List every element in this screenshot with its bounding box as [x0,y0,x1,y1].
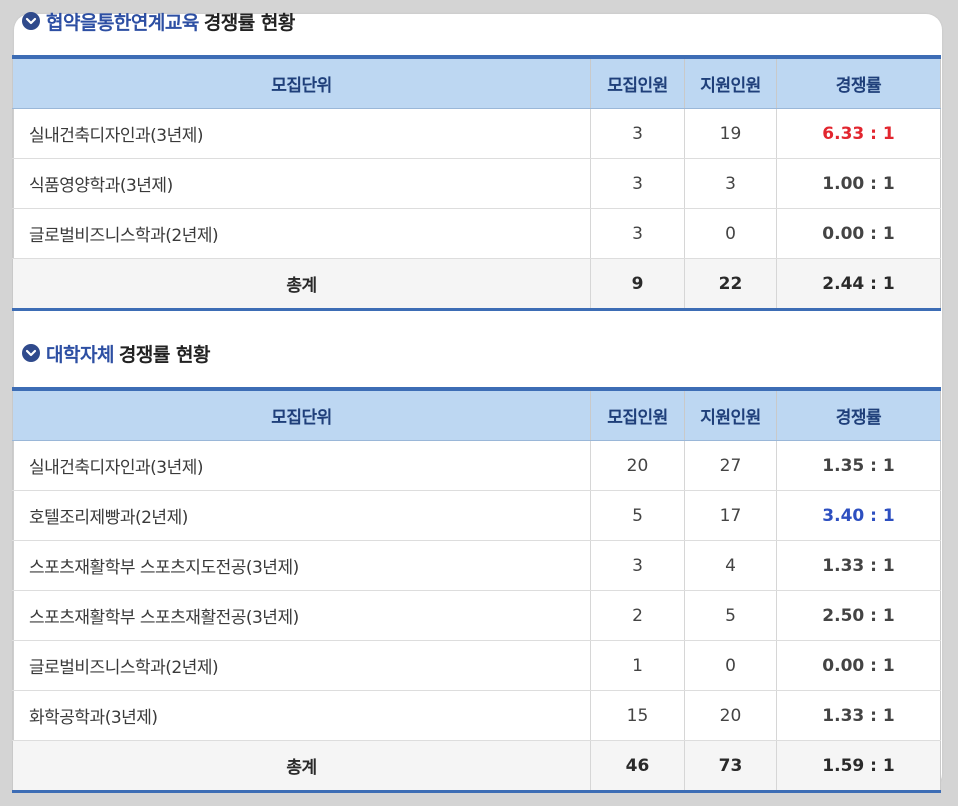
total-label: 총계 [12,258,591,310]
total-applicants: 73 [684,740,777,792]
total-ratio: 2.44 : 1 [776,258,941,310]
section-title-highlight: 대학자체 [46,343,114,366]
cell-quota: 3 [590,540,685,591]
section-title-text: 경쟁률 현황 [118,343,211,366]
cell-applicants: 4 [684,540,777,591]
table-row: 스포츠재활학부 스포츠지도전공(3년제) 3 4 1.33 : 1 [12,540,941,591]
section-title-partnership: 협약을통한연계교육 경쟁률 현황 [22,8,295,34]
cell-applicants: 27 [684,440,777,491]
cell-ratio: 1.00 : 1 [776,158,941,209]
total-quota: 46 [590,740,685,792]
header-applicants: 지원인원 [684,57,777,109]
table-row: 화학공학과(3년제) 15 20 1.33 : 1 [12,690,941,741]
chevron-down-circle-icon [22,344,40,362]
cell-ratio: 1.35 : 1 [776,440,941,491]
total-label: 총계 [12,740,591,792]
competition-table-university: 모집단위 모집인원 지원인원 경쟁률 실내건축디자인과(3년제) 20 27 1… [12,387,941,793]
cell-quota: 5 [590,490,685,541]
chevron-down-circle-icon [22,12,40,30]
table-row: 식품영양학과(3년제) 3 3 1.00 : 1 [12,158,941,209]
table-total-row: 총계 46 73 1.59 : 1 [12,740,941,792]
cell-applicants: 3 [684,158,777,209]
table-row: 글로벌비즈니스학과(2년제) 3 0 0.00 : 1 [12,208,941,259]
cell-quota: 15 [590,690,685,741]
section-title-university: 대학자체 경쟁률 현황 [22,340,210,366]
cell-unit: 실내건축디자인과(3년제) [12,108,591,159]
header-ratio: 경쟁률 [776,389,941,441]
cell-unit: 스포츠재활학부 스포츠재활전공(3년제) [12,590,591,641]
cell-unit: 스포츠재활학부 스포츠지도전공(3년제) [12,540,591,591]
table-row: 글로벌비즈니스학과(2년제) 1 0 0.00 : 1 [12,640,941,691]
header-applicants: 지원인원 [684,389,777,441]
table-row: 실내건축디자인과(3년제) 3 19 6.33 : 1 [12,108,941,159]
table-row: 호텔조리제빵과(2년제) 5 17 3.40 : 1 [12,490,941,541]
cell-applicants: 0 [684,640,777,691]
cell-quota: 1 [590,640,685,691]
cell-ratio: 3.40 : 1 [776,490,941,541]
cell-quota: 3 [590,158,685,209]
header-ratio: 경쟁률 [776,57,941,109]
cell-ratio: 6.33 : 1 [776,108,941,159]
header-unit: 모집단위 [12,57,591,109]
header-quota: 모집인원 [590,57,685,109]
cell-ratio: 1.33 : 1 [776,540,941,591]
section-title-highlight: 협약을통한연계교육 [46,11,199,34]
cell-unit: 글로벌비즈니스학과(2년제) [12,208,591,259]
cell-applicants: 0 [684,208,777,259]
cell-quota: 2 [590,590,685,641]
total-quota: 9 [590,258,685,310]
cell-unit: 실내건축디자인과(3년제) [12,440,591,491]
table-row: 스포츠재활학부 스포츠재활전공(3년제) 2 5 2.50 : 1 [12,590,941,641]
competition-table-partnership: 모집단위 모집인원 지원인원 경쟁률 실내건축디자인과(3년제) 3 19 6.… [12,55,941,311]
cell-quota: 3 [590,208,685,259]
header-unit: 모집단위 [12,389,591,441]
cell-applicants: 17 [684,490,777,541]
cell-ratio: 0.00 : 1 [776,640,941,691]
cell-ratio: 2.50 : 1 [776,590,941,641]
cell-ratio: 1.33 : 1 [776,690,941,741]
cell-applicants: 20 [684,690,777,741]
cell-unit: 식품영양학과(3년제) [12,158,591,209]
total-ratio: 1.59 : 1 [776,740,941,792]
table-header-row: 모집단위 모집인원 지원인원 경쟁률 [12,389,941,441]
table-total-row: 총계 9 22 2.44 : 1 [12,258,941,310]
total-applicants: 22 [684,258,777,310]
table-row: 실내건축디자인과(3년제) 20 27 1.35 : 1 [12,440,941,491]
cell-quota: 20 [590,440,685,491]
cell-unit: 화학공학과(3년제) [12,690,591,741]
cell-unit: 글로벌비즈니스학과(2년제) [12,640,591,691]
cell-quota: 3 [590,108,685,159]
cell-unit: 호텔조리제빵과(2년제) [12,490,591,541]
section-title-text: 경쟁률 현황 [203,11,296,34]
header-quota: 모집인원 [590,389,685,441]
cell-applicants: 19 [684,108,777,159]
cell-ratio: 0.00 : 1 [776,208,941,259]
table-header-row: 모집단위 모집인원 지원인원 경쟁률 [12,57,941,109]
cell-applicants: 5 [684,590,777,641]
